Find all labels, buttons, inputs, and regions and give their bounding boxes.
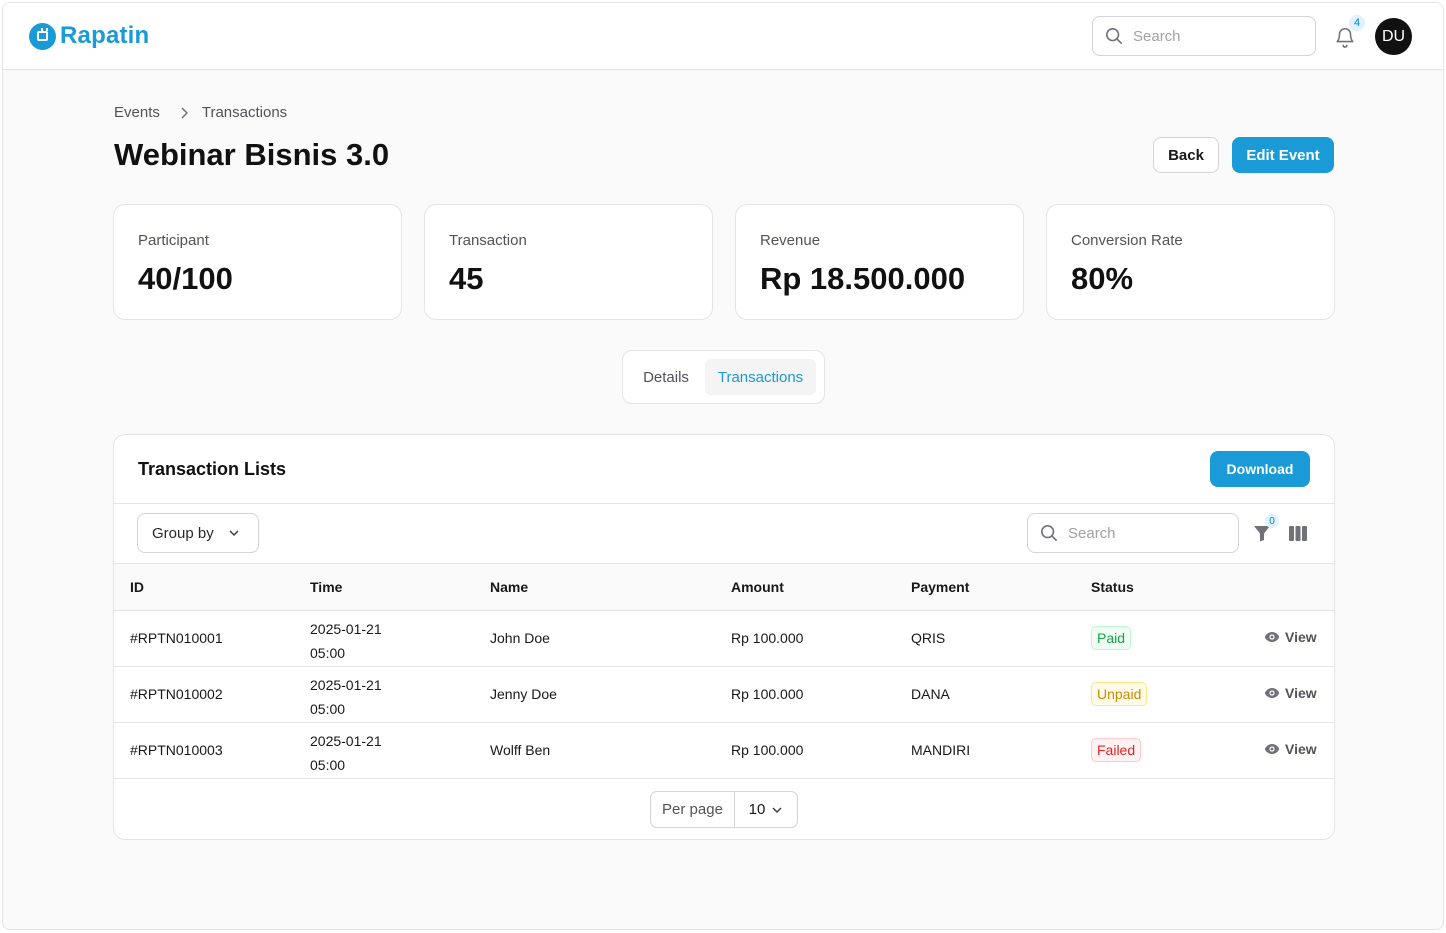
eye-icon [1264,744,1280,754]
cell-time: 2025-01-21 05:00 [310,617,382,665]
stat-value: 80% [1071,261,1134,296]
back-button[interactable]: Back [1153,137,1219,173]
view-label: View [1285,685,1317,701]
edit-event-button[interactable]: Edit Event [1232,137,1334,173]
logo[interactable]: Rapatin [29,22,149,50]
group-by-select[interactable]: Group by [137,513,259,553]
cell-payment: QRIS [911,630,946,646]
cell-amount: Rp 100.000 [731,686,804,702]
column-header-status[interactable]: Status [1091,579,1134,595]
view-label: View [1285,629,1317,645]
chevron-right-icon [180,106,188,119]
group-by-label: Group by [152,524,214,542]
logo-icon [29,22,56,50]
notification-badge: 4 [1349,15,1365,31]
columns-icon[interactable] [1289,526,1307,541]
breadcrumb-transactions: Transactions [201,104,288,121]
divider [114,503,1334,504]
chevron-down-icon [772,806,782,813]
cell-id: #RPTN010002 [130,686,223,702]
cell-time-text: 05:00 [310,645,346,661]
column-header-time[interactable]: Time [310,579,342,595]
tab-bar: Details Transactions [622,350,825,404]
filter-count-badge: 0 [1265,514,1279,528]
cell-id: #RPTN010003 [130,742,223,758]
transaction-panel: Transaction Lists Download Group by 0 ID… [113,434,1335,840]
view-label: View [1285,741,1317,757]
search-icon [1040,524,1058,542]
view-button[interactable]: View [1264,741,1317,757]
per-page-select[interactable]: 10 [735,792,797,827]
cell-time: 2025-01-21 05:00 [310,729,382,777]
cell-payment: MANDIRI [911,742,971,758]
cell-amount: Rp 100.000 [731,742,804,758]
breadcrumb: Events Transactions [114,104,287,121]
column-header-id[interactable]: ID [130,579,144,595]
cell-name: Jenny Doe [490,686,557,702]
panel-title: Transaction Lists [138,459,287,479]
cell-id: #RPTN010001 [130,630,223,646]
cell-payment: DANA [911,686,950,702]
cell-time-text: 05:00 [310,701,346,717]
stat-value: 40/100 [138,261,233,296]
app-frame: Rapatin 4 DU Events Transactions Webinar… [2,2,1444,930]
column-header-name[interactable]: Name [490,579,528,595]
per-page-label: Per page [651,792,735,827]
cell-date-text: 2025-01-21 [310,733,382,749]
eye-icon [1264,688,1280,698]
table-row: #RPTN010001 2025-01-21 05:00 John Doe Rp… [114,611,1334,667]
stat-label: Transaction [449,232,527,249]
cell-date-text: 2025-01-21 [310,621,382,637]
status-badge: Failed [1091,738,1142,762]
stat-value: Rp 18.500.000 [760,261,966,296]
view-button[interactable]: View [1264,629,1317,645]
view-button[interactable]: View [1264,685,1317,701]
status-badge: Paid [1091,626,1132,650]
cell-name: Wolff Ben [490,742,551,758]
chevron-down-icon [229,530,239,537]
breadcrumb-events[interactable]: Events [114,104,160,121]
cell-time-text: 05:00 [310,757,346,773]
download-button[interactable]: Download [1210,451,1310,487]
stat-card-revenue: Revenue Rp 18.500.000 [735,204,1024,320]
per-page-value: 10 [748,801,766,818]
table-row: #RPTN010002 2025-01-21 05:00 Jenny Doe R… [114,667,1334,723]
cell-amount: Rp 100.000 [731,630,804,646]
eye-icon [1264,632,1280,642]
global-search-input[interactable] [1133,27,1293,45]
stat-label: Conversion Rate [1071,232,1183,249]
stat-value: 45 [449,261,484,296]
stat-card-participant: Participant 40/100 [113,204,402,320]
avatar[interactable]: DU [1375,18,1412,55]
per-page-control: Per page 10 [650,791,798,828]
cell-date-text: 2025-01-21 [310,677,382,693]
cell-time: 2025-01-21 05:00 [310,673,382,721]
column-header-amount[interactable]: Amount [731,579,784,595]
tab-transactions[interactable]: Transactions [705,359,816,395]
table-header: ID Time Name Amount Payment Status [114,563,1334,611]
stat-card-transaction: Transaction 45 [424,204,713,320]
stat-label: Revenue [760,232,821,249]
table-search-input[interactable] [1068,524,1218,542]
top-bar: Rapatin 4 DU [3,3,1443,70]
tab-details[interactable]: Details [631,359,701,395]
global-search[interactable] [1092,16,1316,56]
logo-text: Rapatin [60,22,150,49]
stat-card-conversion-rate: Conversion Rate 80% [1046,204,1335,320]
page-title: Webinar Bisnis 3.0 [114,137,390,172]
search-icon [1105,27,1123,45]
cell-name: John Doe [490,630,550,646]
stat-label: Participant [138,232,209,249]
table-search[interactable] [1027,513,1239,553]
table-row: #RPTN010003 2025-01-21 05:00 Wolff Ben R… [114,723,1334,779]
status-badge: Unpaid [1091,682,1148,706]
column-header-payment[interactable]: Payment [911,579,969,595]
